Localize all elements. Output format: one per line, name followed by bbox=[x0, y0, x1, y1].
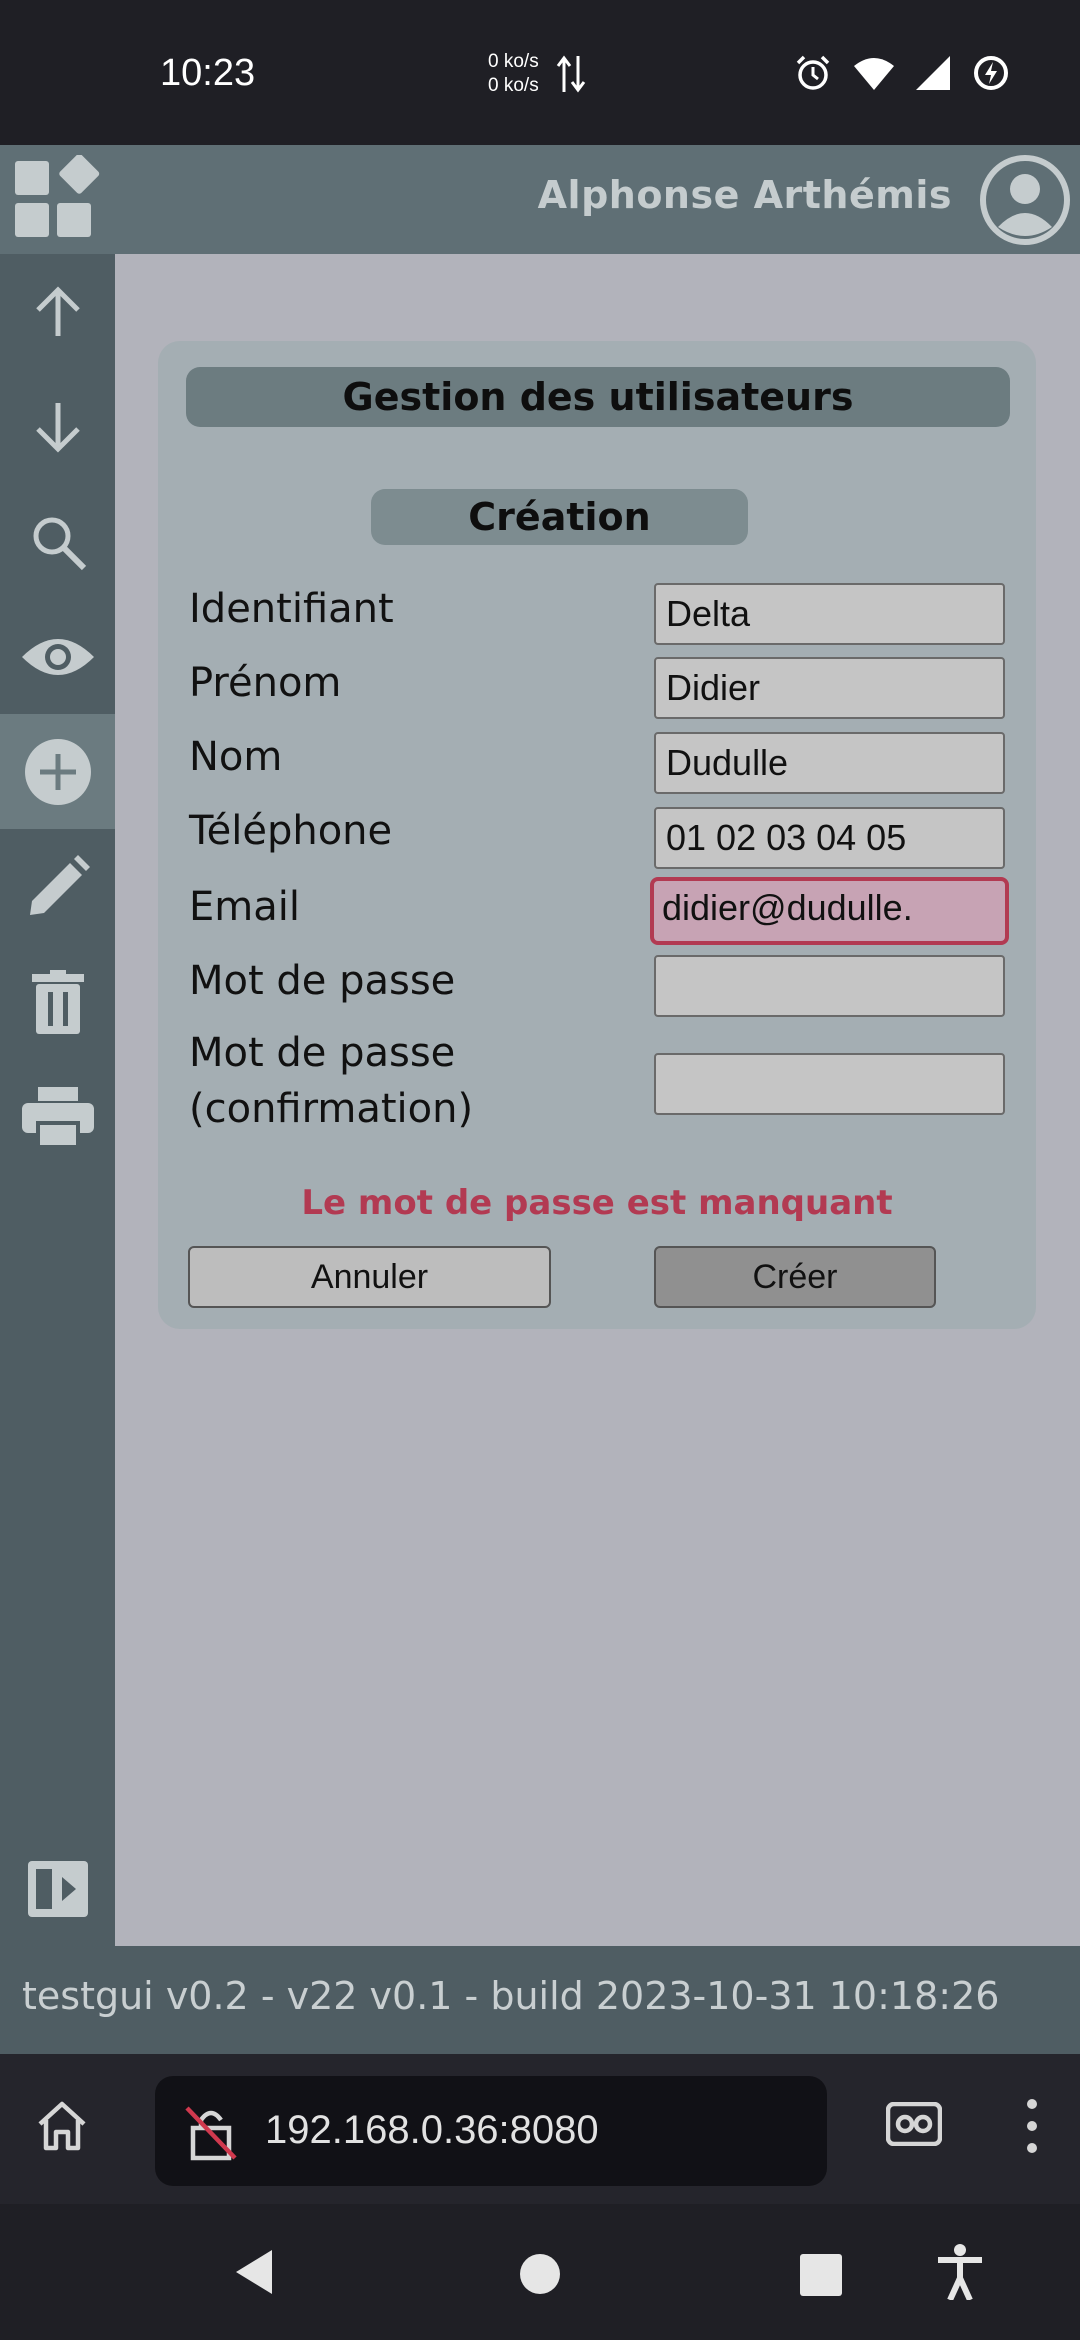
sidebar-item-view[interactable] bbox=[0, 599, 115, 714]
collapse-panel-icon bbox=[27, 1860, 88, 1917]
label-email: Email bbox=[189, 884, 300, 930]
app-header: Alphonse Arthémis bbox=[0, 145, 1080, 254]
sidebar-item-edit[interactable] bbox=[0, 829, 115, 944]
status-icons bbox=[794, 54, 1010, 92]
sidebar-item-up[interactable] bbox=[0, 254, 115, 369]
panel-subtitle: Création bbox=[371, 489, 748, 545]
sidebar-item-delete[interactable] bbox=[0, 944, 115, 1059]
user-management-panel: Gestion des utilisateurs Création Identi… bbox=[158, 341, 1036, 1329]
system-nav-bar bbox=[0, 2204, 1080, 2340]
user-circle-icon[interactable] bbox=[978, 153, 1072, 247]
version-text: testgui v0.2 - v22 v0.1 - build 2023-10-… bbox=[22, 1974, 1000, 2018]
label-password-confirm-line1: Mot de passe bbox=[189, 1030, 456, 1076]
wifi-icon bbox=[854, 58, 894, 90]
sidebar-item-print[interactable] bbox=[0, 1059, 115, 1174]
grid-apps-icon[interactable] bbox=[12, 155, 102, 245]
net-up-speed: 0 ko/s bbox=[488, 51, 539, 72]
label-identifiant: Identifiant bbox=[189, 586, 394, 632]
label-nom: Nom bbox=[189, 734, 283, 780]
cancel-button[interactable]: Annuler bbox=[188, 1246, 551, 1308]
url-bar[interactable]: 192.168.0.36:8080 bbox=[155, 2076, 827, 2186]
label-password: Mot de passe bbox=[189, 958, 456, 1004]
email-input[interactable]: didier@dudulle. bbox=[650, 877, 1009, 945]
password-confirm-input[interactable] bbox=[654, 1053, 1005, 1115]
panel-title: Gestion des utilisateurs bbox=[186, 367, 1010, 427]
prenom-input[interactable]: Didier bbox=[654, 657, 1005, 719]
printer-icon bbox=[21, 1086, 94, 1147]
content-area: Gestion des utilisateurs Création Identi… bbox=[115, 254, 1080, 1946]
accessibility-icon[interactable] bbox=[936, 2244, 984, 2300]
signal-icon bbox=[916, 56, 950, 90]
sidebar-item-search[interactable] bbox=[0, 484, 115, 599]
url-text[interactable]: 192.168.0.36:8080 bbox=[265, 2108, 599, 2153]
label-password-confirm-line2: (confirmation) bbox=[189, 1086, 474, 1132]
status-bar: 10:23 0 ko/s 0 ko/s bbox=[0, 0, 1080, 145]
sidebar-collapse-button[interactable] bbox=[0, 1831, 115, 1946]
status-time: 10:23 bbox=[160, 52, 256, 94]
arrow-up-icon bbox=[35, 285, 80, 336]
recent-apps-icon[interactable] bbox=[800, 2254, 842, 2296]
trash-icon bbox=[31, 969, 84, 1034]
search-icon bbox=[33, 517, 86, 570]
sidebar bbox=[0, 254, 115, 1946]
sidebar-item-add[interactable] bbox=[0, 714, 115, 829]
user-name[interactable]: Alphonse Arthémis bbox=[538, 173, 952, 217]
back-icon[interactable] bbox=[232, 2248, 276, 2296]
network-speed: 0 ko/s 0 ko/s bbox=[488, 50, 539, 98]
label-telephone: Téléphone bbox=[189, 808, 393, 854]
browser-home-icon[interactable] bbox=[34, 2098, 90, 2154]
alarm-icon bbox=[796, 55, 830, 90]
create-button[interactable]: Créer bbox=[654, 1246, 936, 1308]
error-message: Le mot de passe est manquant bbox=[301, 1183, 893, 1223]
label-password-confirm: Mot de passe (confirmation) bbox=[189, 1025, 473, 1137]
home-circle-icon[interactable] bbox=[518, 2252, 562, 2296]
label-prenom: Prénom bbox=[189, 660, 342, 706]
nom-input[interactable]: Dudulle bbox=[654, 732, 1005, 794]
eye-icon bbox=[21, 638, 94, 675]
battery-saver-icon bbox=[974, 56, 1008, 90]
net-down-speed: 0 ko/s bbox=[488, 75, 539, 96]
arrow-down-icon bbox=[35, 402, 80, 453]
data-transfer-icon bbox=[556, 55, 586, 93]
insecure-lock-icon[interactable] bbox=[183, 2104, 239, 2162]
private-mode-icon[interactable] bbox=[886, 2102, 942, 2146]
add-circle-icon bbox=[24, 738, 91, 805]
app-footer: testgui v0.2 - v22 v0.1 - build 2023-10-… bbox=[0, 1946, 1080, 2054]
identifiant-input[interactable]: Delta bbox=[654, 583, 1005, 645]
password-input[interactable] bbox=[654, 955, 1005, 1017]
browser-menu-icon[interactable] bbox=[1020, 2098, 1044, 2154]
telephone-input[interactable]: 01 02 03 04 05 bbox=[654, 807, 1005, 869]
sidebar-item-down[interactable] bbox=[0, 369, 115, 484]
pencil-icon bbox=[29, 854, 90, 915]
browser-toolbar: 192.168.0.36:8080 bbox=[0, 2054, 1080, 2204]
